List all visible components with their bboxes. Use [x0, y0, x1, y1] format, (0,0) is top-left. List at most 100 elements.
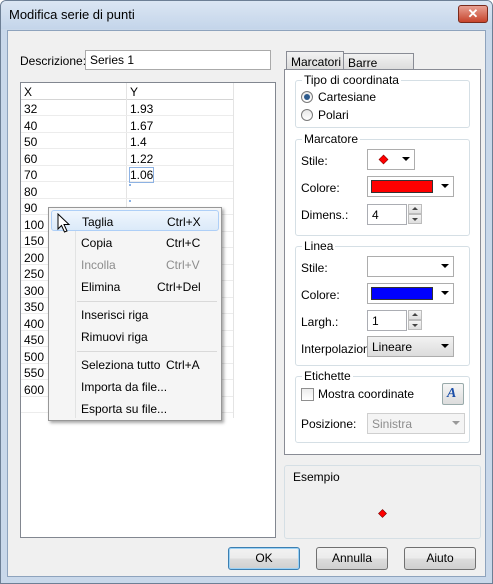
cell-x[interactable]: 400: [24, 317, 44, 331]
descrizione-input[interactable]: Series 1: [85, 50, 271, 70]
menu-item-taglia[interactable]: Taglia Ctrl+X: [51, 210, 219, 231]
cell-y[interactable]: 1.93: [130, 102, 153, 116]
interpolazione-select[interactable]: Lineare: [367, 336, 454, 357]
table-row[interactable]: 32 1.93: [21, 100, 233, 116]
column-header-x[interactable]: X: [24, 85, 32, 99]
cell-x[interactable]: 450: [24, 333, 44, 347]
column-header-y[interactable]: Y: [130, 85, 138, 99]
table-row[interactable]: 80: [21, 183, 233, 199]
cell-x[interactable]: 500: [24, 350, 44, 364]
table-row[interactable]: 60 1.22: [21, 150, 233, 166]
menu-item-label: Incolla: [81, 258, 116, 272]
example-marker-icon: [378, 509, 387, 518]
interpolazione-value: Lineare: [372, 340, 413, 354]
menu-separator: [77, 351, 217, 352]
font-button[interactable]: A: [442, 383, 464, 405]
cell-x[interactable]: 550: [24, 366, 44, 380]
title-bar: Modifica serie di punti ✕: [1, 1, 492, 29]
menu-item-incolla[interactable]: Incolla Ctrl+V: [51, 254, 219, 275]
spin-down-icon[interactable]: [408, 320, 422, 330]
linea-group: Linea Stile: Colore: Largh.: 1 Interpola…: [295, 239, 470, 366]
cell-x[interactable]: 100: [24, 218, 44, 232]
menu-item-label: Elimina: [81, 280, 121, 294]
window-title: Modifica serie di punti: [9, 7, 135, 22]
interpolazione-label: Interpolazione: [301, 342, 377, 356]
tab-panel-marcatori: Tipo di coordinata Cartesiane Polari Mar…: [284, 69, 481, 455]
menu-item-label: Taglia: [82, 215, 114, 229]
dimens-label: Dimens.:: [301, 208, 349, 222]
cell-x[interactable]: 60: [24, 152, 37, 166]
group-title: Marcatore: [302, 132, 361, 146]
table-row[interactable]: 70 1.06: [21, 166, 233, 183]
chevron-down-icon: [441, 264, 449, 268]
stile-label: Stile:: [301, 261, 328, 275]
cell-x[interactable]: 90: [24, 201, 37, 215]
cell-y[interactable]: 1.06: [128, 167, 155, 183]
radio-cartesiane[interactable]: [301, 91, 313, 103]
colore-label: Colore:: [301, 288, 340, 302]
cell-y[interactable]: 1.67: [130, 119, 153, 133]
cell-x[interactable]: 250: [24, 267, 44, 281]
cell-x[interactable]: 600: [24, 383, 44, 397]
close-button[interactable]: ✕: [458, 5, 488, 23]
menu-item-label: Esporta su file...: [81, 402, 168, 416]
ok-button[interactable]: OK: [228, 547, 300, 570]
chevron-down-icon: [452, 421, 460, 425]
etichette-group: Etichette Mostra coordinate A Posizione:…: [295, 369, 470, 443]
dimens-value: 4: [372, 208, 379, 222]
spin-down-icon[interactable]: [408, 214, 422, 224]
cell-x[interactable]: 80: [24, 185, 37, 199]
spin-up-icon[interactable]: [408, 204, 422, 214]
menu-item-label: Seleziona tutto: [81, 358, 161, 372]
menu-item-seleziona-tutto[interactable]: Seleziona tutto Ctrl+A: [51, 354, 219, 375]
cell-x[interactable]: 300: [24, 284, 44, 298]
menu-item-elimina[interactable]: Elimina Ctrl+Del: [51, 276, 219, 297]
chevron-down-icon: [441, 344, 449, 348]
menu-separator: [77, 301, 217, 302]
chevron-down-icon: [441, 291, 449, 295]
spin-up-icon[interactable]: [408, 310, 422, 320]
line-color-select[interactable]: [367, 283, 454, 304]
largh-spinner[interactable]: [408, 310, 422, 331]
largh-value: 1: [372, 314, 379, 328]
posizione-select[interactable]: Sinistra: [367, 413, 465, 434]
largh-label: Largh.:: [301, 315, 339, 329]
aiuto-button[interactable]: Aiuto: [404, 547, 476, 570]
table-row[interactable]: 40 1.67: [21, 117, 233, 133]
cell-x[interactable]: 350: [24, 300, 44, 314]
coord-group: Tipo di coordinata Cartesiane Polari: [295, 73, 470, 128]
tab-label: Marcatori: [291, 55, 342, 69]
grid-header: X Y: [21, 83, 233, 100]
annulla-button[interactable]: Annulla: [316, 547, 388, 570]
column-divider: [233, 83, 234, 418]
cell-x[interactable]: 150: [24, 234, 44, 248]
line-style-select[interactable]: [367, 256, 454, 277]
mouse-cursor-icon: [57, 213, 71, 233]
marker-style-select[interactable]: [367, 149, 415, 170]
menu-item-copia[interactable]: Copia Ctrl+C: [51, 232, 219, 253]
descrizione-label: Descrizione:: [20, 54, 87, 68]
cell-x[interactable]: 200: [24, 251, 44, 265]
cell-x[interactable]: 50: [24, 135, 37, 149]
dimens-input[interactable]: 4: [367, 204, 407, 225]
cell-x[interactable]: 32: [24, 102, 37, 116]
menu-item-importa[interactable]: Importa da file...: [51, 376, 219, 397]
dimens-spinner[interactable]: [408, 204, 422, 225]
cell-x[interactable]: 70: [24, 168, 37, 182]
marker-color-select[interactable]: [367, 176, 454, 197]
menu-item-rimuovi-riga[interactable]: Rimuovi riga: [51, 326, 219, 347]
cell-y[interactable]: 1.4: [130, 135, 147, 149]
radio-polari[interactable]: [301, 109, 313, 121]
marcatore-group: Marcatore Stile: Colore: Dimens.: 4: [295, 132, 470, 236]
menu-item-esporta[interactable]: Esporta su file...: [51, 398, 219, 419]
mostra-coordinate-checkbox[interactable]: [301, 388, 314, 401]
cell-y[interactable]: 1.22: [130, 152, 153, 166]
menu-item-shortcut: Ctrl+C: [166, 236, 201, 250]
menu-item-shortcut: Ctrl+A: [166, 358, 200, 372]
cell-x[interactable]: 40: [24, 119, 37, 133]
menu-item-inserisci-riga[interactable]: Inserisci riga: [51, 304, 219, 325]
table-row[interactable]: 50 1.4: [21, 133, 233, 149]
chevron-down-icon: [402, 157, 410, 161]
largh-input[interactable]: 1: [367, 310, 407, 331]
tab-marcatori[interactable]: Marcatori: [286, 51, 344, 71]
